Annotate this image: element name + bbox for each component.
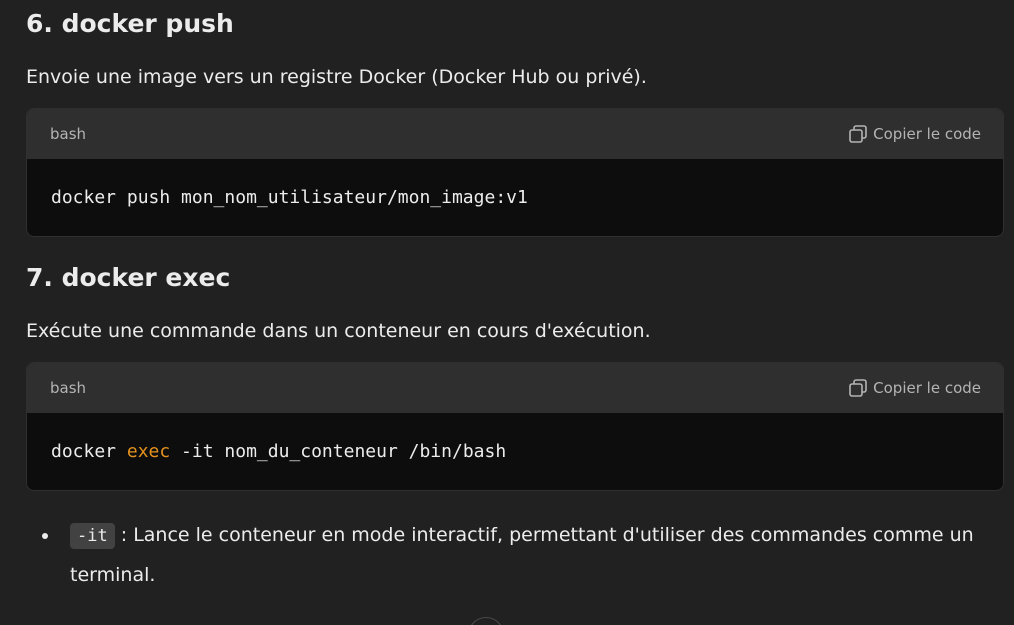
section-description-docker-exec: Exécute une commande dans un conteneur e…: [26, 320, 651, 342]
section-heading-docker-push: 6. docker push: [26, 9, 234, 38]
code-block-docker-exec: bash Copier le code docker exec -it nom_…: [26, 362, 1004, 491]
copy-code-button[interactable]: Copier le code: [849, 125, 981, 143]
bullet-text: : Lance le conteneur en mode interactif,…: [114, 524, 974, 546]
code-token-command: docker: [51, 441, 127, 462]
section-description-docker-push: Envoie une image vers un registre Docker…: [26, 66, 647, 88]
bullet-text-continued: terminal.: [70, 564, 156, 586]
code-token-args: -it nom_du_conteneur /bin/bash: [170, 441, 507, 462]
code-token-keyword: exec: [126, 441, 171, 462]
section-heading-docker-exec: 7. docker exec: [26, 263, 231, 292]
message-content: 6. docker push Envoie une image vers un …: [26, 0, 1004, 595]
code-block-header: bash Copier le code: [27, 363, 1003, 413]
copy-icon: [849, 379, 867, 397]
bullet-dot: [42, 533, 48, 539]
list-item: -it : Lance le conteneur en mode interac…: [26, 516, 1004, 595]
code-block-body[interactable]: docker exec -it nom_du_conteneur /bin/ba…: [27, 413, 1003, 490]
code-block-docker-push: bash Copier le code docker push mon_nom_…: [26, 108, 1004, 237]
scroll-down-button[interactable]: [468, 617, 504, 625]
copy-code-label: Copier le code: [873, 379, 981, 397]
code-token: docker push mon_nom_utilisateur/mon_imag…: [51, 187, 528, 208]
copy-code-button[interactable]: Copier le code: [849, 379, 981, 397]
copy-icon: [849, 125, 867, 143]
copy-code-label: Copier le code: [873, 125, 981, 143]
code-language-label: bash: [50, 379, 87, 397]
bullet-list: -it : Lance le conteneur en mode interac…: [26, 516, 1004, 595]
code-block-body[interactable]: docker push mon_nom_utilisateur/mon_imag…: [27, 159, 1003, 236]
code-language-label: bash: [50, 125, 87, 143]
inline-code-flag: -it: [70, 523, 115, 549]
code-block-header: bash Copier le code: [27, 109, 1003, 159]
